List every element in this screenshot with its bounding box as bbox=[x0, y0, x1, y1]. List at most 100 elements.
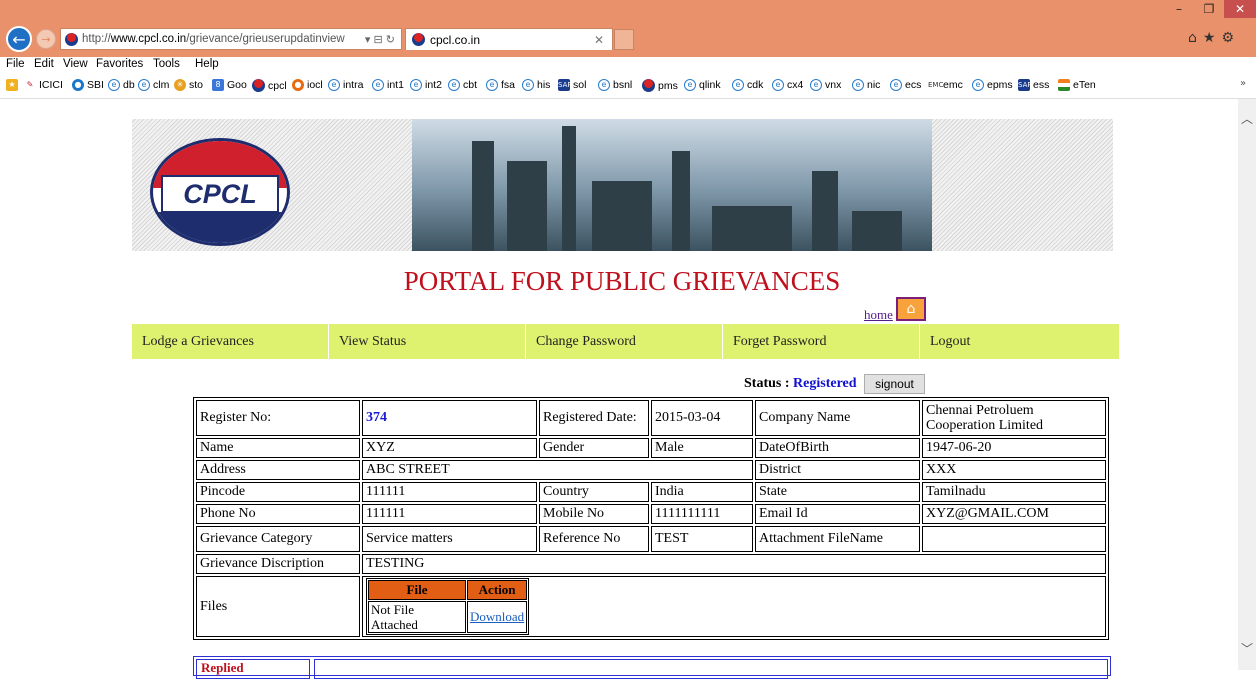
nav-view-status[interactable]: View Status bbox=[329, 324, 526, 359]
table-row: Register No: 374 Registered Date: 2015-0… bbox=[196, 400, 1106, 436]
pincode-label: Pincode bbox=[196, 482, 360, 502]
menu-tools[interactable]: Tools bbox=[153, 58, 180, 70]
fav-his[interactable]: e his bbox=[522, 79, 550, 91]
table-row: Pincode 111111 Country India State Tamil… bbox=[196, 482, 1106, 502]
fav-goo[interactable]: 8 Goo bbox=[212, 79, 247, 91]
fav-clm[interactable]: e clm bbox=[138, 79, 169, 91]
signout-button[interactable]: signout bbox=[864, 374, 925, 394]
gear-icon[interactable]: ⚙ bbox=[1221, 30, 1240, 46]
chevron-right-icon[interactable]: » bbox=[1240, 78, 1246, 89]
minimize-icon[interactable]: – bbox=[1164, 0, 1194, 18]
tab-title: cpcl.co.in bbox=[430, 32, 481, 47]
fav-ecs[interactable]: e ecs bbox=[890, 79, 921, 91]
menu-help[interactable]: Help bbox=[195, 58, 219, 70]
fav-pms[interactable]: pms bbox=[642, 79, 678, 92]
fav-epms[interactable]: e epms bbox=[972, 79, 1013, 91]
arrow-left-icon: ← bbox=[12, 29, 26, 49]
fav-iocl[interactable]: ● iocl bbox=[292, 79, 323, 91]
site-favicon-icon bbox=[65, 32, 78, 46]
favorites-star-icon[interactable]: ★ bbox=[6, 79, 18, 91]
star-icon[interactable]: ★ bbox=[1203, 30, 1222, 46]
url-text: http://www.cpcl.co.in/grievance/grieuser… bbox=[82, 33, 345, 45]
page-title: PORTAL FOR PUBLIC GRIEVANCES bbox=[403, 266, 841, 296]
close-icon[interactable]: ✕ bbox=[1224, 0, 1256, 18]
menu-bar: File Edit View Favorites Tools Help bbox=[0, 57, 1256, 74]
name-label: Name bbox=[196, 438, 360, 458]
table-row: Address ABC STREET District XXX bbox=[196, 460, 1106, 480]
fav-emc[interactable]: EMC emc bbox=[928, 79, 963, 91]
fav-vnx[interactable]: e vnx bbox=[810, 79, 841, 91]
nav-lodge-grievance[interactable]: Lodge a Grievances bbox=[132, 324, 329, 359]
nav-change-password[interactable]: Change Password bbox=[526, 324, 723, 359]
fav-eten[interactable]: eTen bbox=[1058, 79, 1096, 91]
fav-ess[interactable]: SAP ess bbox=[1018, 79, 1049, 91]
attachment-value bbox=[922, 526, 1106, 552]
fav-bsnl[interactable]: e bsnl bbox=[598, 79, 632, 91]
files-col-action: Action bbox=[467, 580, 528, 600]
favorites-bar: ★ ✎ ICICI ● SBI e db e clm ✳ sto 8 Goo cpcl ● i… bbox=[0, 74, 1256, 99]
registered-date-value: 2015-03-04 bbox=[651, 400, 753, 436]
fav-int2[interactable]: e int2 bbox=[410, 79, 442, 91]
scroll-down-icon[interactable]: ﹀ bbox=[1241, 640, 1253, 657]
arrow-right-icon: → bbox=[41, 32, 51, 46]
main-nav: Lodge a Grievances View Status Change Pa… bbox=[132, 324, 1119, 359]
fav-fsa[interactable]: e fsa bbox=[486, 79, 515, 91]
fav-db[interactable]: e db bbox=[108, 79, 135, 91]
fav-cdk[interactable]: e cdk bbox=[732, 79, 763, 91]
scroll-up-icon[interactable]: ︿ bbox=[1241, 110, 1253, 127]
replied-content bbox=[314, 659, 1108, 679]
dob-label: DateOfBirth bbox=[755, 438, 920, 458]
category-value: Service matters bbox=[362, 526, 537, 552]
table-row: Grievance Category Service matters Refer… bbox=[196, 526, 1106, 552]
table-row: Name XYZ Gender Male DateOfBirth 1947-06… bbox=[196, 438, 1106, 458]
fav-cx4[interactable]: e cx4 bbox=[772, 79, 803, 91]
fav-intra[interactable]: e intra bbox=[328, 79, 363, 91]
menu-edit[interactable]: Edit bbox=[34, 58, 54, 70]
home-icon[interactable]: ⌂ bbox=[896, 297, 926, 321]
description-label: Grievance Discription bbox=[196, 554, 360, 574]
logo-text: CPCL bbox=[161, 175, 279, 213]
fav-qlink[interactable]: e qlink bbox=[684, 79, 721, 91]
registered-date-label: Registered Date: bbox=[539, 400, 649, 436]
fav-sbi[interactable]: ● SBI bbox=[72, 79, 104, 91]
fav-icici[interactable]: ✎ ICICI bbox=[24, 79, 63, 91]
category-label: Grievance Category bbox=[196, 526, 360, 552]
refinery-image bbox=[412, 119, 932, 251]
back-button[interactable]: ← bbox=[6, 26, 32, 52]
browser-tab[interactable]: cpcl.co.in ✕ bbox=[405, 28, 613, 50]
files-col-file: File bbox=[368, 580, 466, 600]
forward-button[interactable]: → bbox=[36, 29, 56, 49]
fav-cpcl[interactable]: cpcl bbox=[252, 79, 287, 92]
address-bar[interactable]: http://www.cpcl.co.in/grievance/grieuser… bbox=[60, 28, 402, 50]
district-value: XXX bbox=[922, 460, 1106, 480]
home-link[interactable]: home bbox=[864, 307, 893, 323]
menu-file[interactable]: File bbox=[6, 58, 25, 70]
new-tab-button[interactable] bbox=[614, 29, 634, 50]
state-value: Tamilnadu bbox=[922, 482, 1106, 502]
nav-forget-password[interactable]: Forget Password bbox=[723, 324, 920, 359]
download-link[interactable]: Download bbox=[470, 609, 524, 624]
home-toolbar-icon[interactable]: ⌂ bbox=[1188, 30, 1203, 46]
tab-close-icon[interactable]: ✕ bbox=[594, 33, 604, 47]
refresh-icon[interactable]: ▾ ⊟ ↻ bbox=[365, 33, 401, 46]
maximize-icon[interactable]: ❐ bbox=[1194, 0, 1224, 18]
status-badge: Registered bbox=[793, 376, 857, 391]
fav-cbt[interactable]: e cbt bbox=[448, 79, 477, 91]
scrollbar-track[interactable] bbox=[1238, 99, 1256, 670]
phone-label: Phone No bbox=[196, 504, 360, 524]
fav-sol[interactable]: SAP sol bbox=[558, 79, 586, 91]
status-text: Status : Registered bbox=[744, 376, 857, 391]
fav-nic[interactable]: e nic bbox=[852, 79, 880, 91]
nav-logout[interactable]: Logout bbox=[920, 324, 1119, 359]
pincode-value: 111111 bbox=[362, 482, 537, 502]
reference-value: TEST bbox=[651, 526, 753, 552]
fav-sto[interactable]: ✳ sto bbox=[174, 79, 203, 91]
fav-int1[interactable]: e int1 bbox=[372, 79, 404, 91]
register-no-link[interactable]: 374 bbox=[362, 400, 537, 436]
name-value: XYZ bbox=[362, 438, 537, 458]
menu-favorites[interactable]: Favorites bbox=[96, 58, 143, 70]
state-label: State bbox=[755, 482, 920, 502]
files-label: Files bbox=[196, 576, 360, 637]
menu-view[interactable]: View bbox=[63, 58, 88, 70]
email-label: Email Id bbox=[755, 504, 920, 524]
